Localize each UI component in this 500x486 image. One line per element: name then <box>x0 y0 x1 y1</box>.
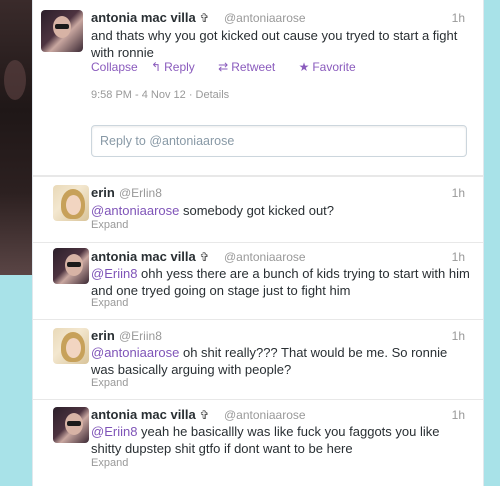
mention-link[interactable]: @Eriin8 <box>91 266 137 281</box>
tweet-text: @antoniaarose oh shit really??? That wou… <box>91 344 471 378</box>
avatar[interactable] <box>53 248 89 284</box>
user-name-text[interactable]: antonia mac villa <box>91 249 196 264</box>
tweet-text: @Eriin8 ohh yess there are a bunch of ki… <box>91 265 471 299</box>
mention-link[interactable]: @Eriin8 <box>91 424 137 439</box>
avatar[interactable] <box>53 185 89 221</box>
list-item[interactable]: erin @Erlin8 1h @antoniaarose somebody g… <box>33 176 483 242</box>
tweet-time[interactable]: 1h <box>452 11 465 25</box>
tweet-time[interactable]: 1h <box>452 186 465 200</box>
tweet-text: @Eriin8 yeah he basicallly was like fuck… <box>91 423 471 457</box>
retweet-action[interactable]: ⇄ Retweet <box>218 60 285 74</box>
tweet-text: and thats why you got kicked out cause y… <box>91 28 458 60</box>
star-icon: ★ <box>298 60 310 74</box>
tweet-body: ohh yess there are a bunch of kids tryin… <box>91 266 470 298</box>
tweet-actions: Collapse ↰ Reply ⇄ Retweet ★ Favorite <box>91 60 376 74</box>
tweet-time[interactable]: 1h <box>452 250 465 264</box>
user-name-text[interactable]: antonia mac villa <box>91 10 196 25</box>
tweet-body: yeah he basicallly was like fuck you fag… <box>91 424 440 456</box>
reply-icon: ↰ <box>151 60 162 74</box>
user-handle[interactable]: @antoniaarose <box>224 408 306 422</box>
user-name-text[interactable]: erin <box>91 328 115 343</box>
user-name[interactable]: erin <box>91 185 115 200</box>
favorite-label[interactable]: Favorite <box>312 60 355 74</box>
mention-link[interactable]: @antoniaarose <box>91 203 179 218</box>
user-name-text[interactable]: antonia mac villa <box>91 407 196 422</box>
user-name[interactable]: antonia mac villa ✞ <box>91 249 209 264</box>
retweet-label[interactable]: Retweet <box>231 60 275 74</box>
background-photo <box>0 0 32 275</box>
user-handle[interactable]: @Erlin8 <box>119 186 162 200</box>
retweet-icon: ⇄ <box>218 60 229 74</box>
user-handle[interactable]: @antoniaarose <box>224 11 306 25</box>
collapse-link[interactable]: Collapse <box>91 60 138 74</box>
tweet-time[interactable]: 1h <box>452 329 465 343</box>
cross-icon: ✞ <box>199 11 210 25</box>
expand-link[interactable]: Expand <box>91 377 128 389</box>
tweet-time[interactable]: 1h <box>452 408 465 422</box>
avatar[interactable] <box>53 407 89 443</box>
avatar[interactable] <box>41 10 83 52</box>
list-item[interactable]: antonia mac villa ✞ @antoniaarose 1h @Er… <box>33 242 483 319</box>
cross-icon: ✞ <box>199 250 210 264</box>
reply-label[interactable]: Reply <box>164 60 195 74</box>
user-name[interactable]: antonia mac villa ✞ <box>91 10 209 25</box>
expand-link[interactable]: Expand <box>91 297 128 309</box>
favorite-action[interactable]: ★ Favorite <box>299 60 366 74</box>
user-name[interactable]: antonia mac villa ✞ <box>91 407 209 422</box>
user-name[interactable]: erin <box>91 328 115 343</box>
cross-icon: ✞ <box>199 408 210 422</box>
reply-action[interactable]: ↰ Reply <box>151 60 205 74</box>
list-item[interactable]: erin @Eriin8 1h @antoniaarose oh shit re… <box>33 319 483 399</box>
user-name-text[interactable]: erin <box>91 185 115 200</box>
expand-link[interactable]: Expand <box>91 457 128 469</box>
mention-link[interactable]: @antoniaarose <box>91 345 179 360</box>
avatar[interactable] <box>53 328 89 364</box>
expand-link[interactable]: Expand <box>91 219 128 231</box>
tweet-conversation-panel: antonia mac villa ✞ @antoniaarose 1h and… <box>32 0 484 486</box>
tweet-body: somebody got kicked out? <box>179 203 335 218</box>
user-handle[interactable]: @antoniaarose <box>224 250 306 264</box>
main-tweet[interactable]: antonia mac villa ✞ @antoniaarose 1h and… <box>33 0 483 176</box>
reply-input[interactable]: Reply to @antoniaarose <box>91 125 467 157</box>
user-handle[interactable]: @Eriin8 <box>119 329 162 343</box>
tweet-text: @antoniaarose somebody got kicked out? <box>91 202 471 219</box>
list-item[interactable]: antonia mac villa ✞ @antoniaarose 1h @Er… <box>33 399 483 486</box>
tweet-timestamp-details[interactable]: 9:58 PM - 4 Nov 12 · Details <box>91 89 229 101</box>
